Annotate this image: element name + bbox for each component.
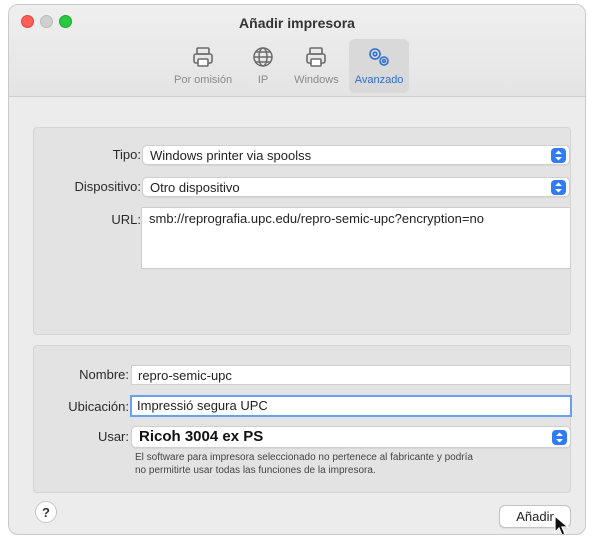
nombre-label: Nombre: (79, 367, 129, 382)
chevron-updown-icon (552, 430, 567, 445)
driver-select[interactable]: Ricoh 3004 ex PS (131, 426, 571, 448)
ubicacion-field[interactable]: Impressió segura UPC (130, 395, 572, 417)
mouse-pointer-icon (554, 515, 570, 534)
help-button[interactable]: ? (35, 501, 57, 523)
driver-warning-note: El software para impresora seleccionado … (135, 451, 575, 477)
tab-ip[interactable]: IP (242, 39, 284, 93)
ubicacion-label: Ubicación: (68, 399, 129, 414)
tab-ip-label: IP (257, 74, 269, 86)
driver-warning-line-2: no permitirte usar todas las funciones d… (135, 465, 376, 476)
gears-icon (364, 43, 394, 71)
nombre-field[interactable]: repro-semic-upc (131, 365, 571, 385)
tab-advanced[interactable]: Avanzado (348, 39, 410, 93)
tab-advanced-label: Avanzado (354, 74, 404, 86)
tipo-value: Windows printer via spoolss (150, 148, 312, 163)
chevron-updown-icon (551, 180, 566, 195)
dispositivo-label: Dispositivo: (74, 179, 141, 194)
toolbar-tabs: Por omisión IP Windows Avanzado (168, 39, 410, 93)
usar-label: Usar: (97, 429, 129, 444)
url-field[interactable]: smb://reprografia.upc.edu/repro-semic-up… (141, 207, 571, 269)
printer-icon (301, 43, 331, 71)
add-printer-window: Añadir impresora Por omisión IP Windows … (8, 4, 586, 535)
globe-icon (248, 43, 278, 71)
driver-value: Ricoh 3004 ex PS (139, 428, 264, 445)
driver-warning-line-1: El software para impresora seleccionado … (135, 452, 473, 463)
dispositivo-select[interactable]: Otro dispositivo (142, 177, 570, 197)
tab-windows-label: Windows (294, 74, 339, 86)
tab-default-label: Por omisión (174, 74, 233, 86)
window-title: Añadir impresora (239, 15, 355, 31)
title-bar: Añadir impresora Por omisión IP Windows … (9, 5, 585, 97)
tab-windows[interactable]: Windows (288, 39, 345, 93)
printer-icon (188, 43, 218, 71)
tipo-select[interactable]: Windows printer via spoolss (142, 145, 570, 165)
dispositivo-value: Otro dispositivo (150, 180, 240, 195)
chevron-updown-icon (551, 148, 566, 163)
tipo-label: Tipo: (112, 147, 141, 162)
url-label: URL: (111, 212, 141, 227)
tab-default[interactable]: Por omisión (168, 39, 238, 93)
